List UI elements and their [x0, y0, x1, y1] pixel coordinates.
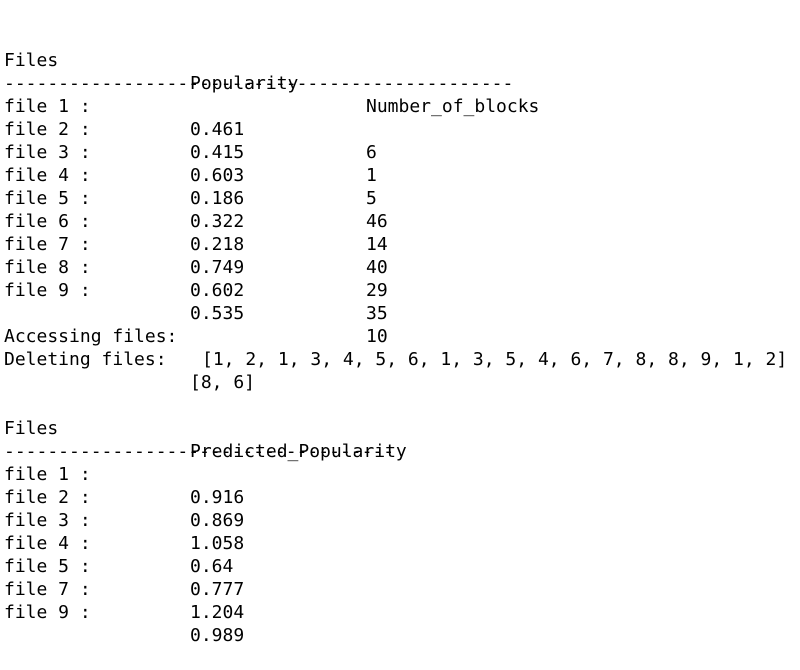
table-row: file 2 : 0.869: [4, 463, 796, 531]
table2-header: Files Predicted_Popularity: [4, 394, 796, 462]
popularity-value: 0.602: [190, 280, 245, 301]
predicted-popularity-value: 1.204: [190, 602, 245, 623]
file-label: file 9 :: [4, 602, 91, 623]
predicted-popularity-value: 0.989: [190, 625, 245, 646]
blocks-value: 29: [366, 280, 388, 301]
table-row: file 8 : 0.602 35: [4, 233, 796, 324]
table2-separator: ------------------------------------: [4, 417, 796, 462]
table-row: file 3 : 0.603 5: [4, 118, 796, 209]
table-row: file 3 : 1.058: [4, 486, 796, 554]
table-row: file 9 : 0.535 10: [4, 256, 796, 347]
table2-body: file 1 : 0.916 file 2 : 0.869 file 3 : 1…: [4, 440, 796, 646]
table-row: file 9 : 0.989: [4, 578, 796, 646]
table-row: file 4 : 0.64: [4, 509, 796, 577]
console-output: Files Popularity Number_of_blocks ------…: [4, 26, 796, 646]
deleting-files-value: [8, 6]: [190, 372, 256, 393]
table-row: file 1 : 0.916: [4, 440, 796, 508]
table1-separator: ----------------------------------------…: [4, 49, 796, 94]
deleting-files-label: Deleting files:: [4, 349, 167, 370]
table-row: file 7 : 0.749 29: [4, 210, 796, 301]
accessing-files-line: Accessing files: [1, 2, 1, 3, 4, 5, 6, 1…: [4, 302, 796, 370]
table1-body: file 1 : 0.461 6 file 2 : 0.415 1 file 3…: [4, 72, 796, 347]
table-row: file 5 : 0.777: [4, 532, 796, 600]
table-row: file 1 : 0.461 6: [4, 72, 796, 163]
file-label: file 9 :: [4, 280, 91, 301]
accessing-files-value: [1, 2, 1, 3, 4, 5, 6, 1, 3, 5, 4, 6, 7, …: [202, 349, 788, 370]
table1-header: Files Popularity Number_of_blocks: [4, 26, 796, 117]
table-row: file 2 : 0.415 1: [4, 95, 796, 186]
table-row: file 4 : 0.186 46: [4, 141, 796, 232]
table-row: file 6 : 0.218 40: [4, 187, 796, 278]
table-row: file 7 : 1.204: [4, 555, 796, 623]
table-row: file 5 : 0.322 14: [4, 164, 796, 255]
deleting-files-line: Deleting files: [8, 6]: [4, 325, 796, 393]
